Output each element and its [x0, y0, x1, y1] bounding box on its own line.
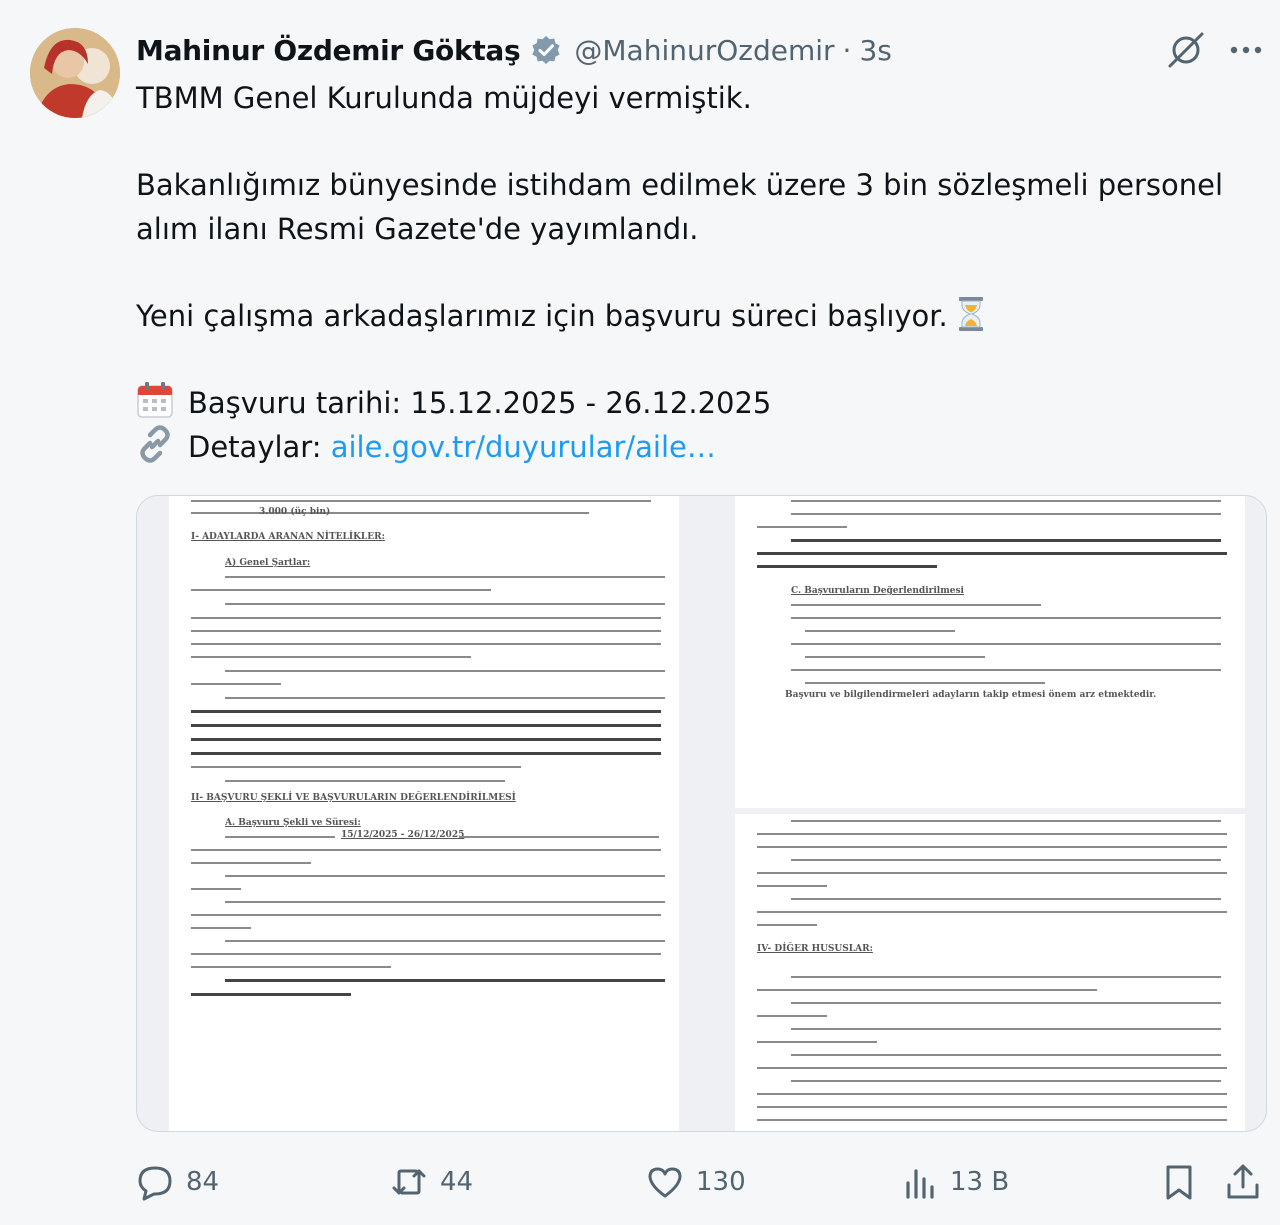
doc-section-4-title: IV- DİĞER HUSUSLAR: — [757, 944, 873, 954]
doc-section-1-title: I- ADAYLARDA ARANAN NİTELİKLER: — [191, 532, 385, 542]
doc-dates: 15/12/2025 - 26/12/2025 — [341, 830, 465, 840]
tweet-text-line-3: alım ilanı Resmi Gazete'de yayımlandı. — [136, 212, 699, 246]
bookmark-button[interactable] — [1160, 1160, 1210, 1204]
retweet-count: 44 — [440, 1167, 474, 1197]
verified-icon — [530, 34, 562, 66]
like-icon — [648, 1167, 682, 1198]
bookmark-icon — [1166, 1165, 1192, 1200]
application-date-row: Başvuru tarihi: 15.12.2025 - 26.12.2025 — [136, 381, 771, 425]
tweet: Mahinur Özdemir Göktaş @MahinurOzdemir ·… — [0, 0, 1280, 1225]
like-button[interactable]: 130 — [646, 1160, 746, 1204]
author-handle[interactable]: @MahinurOzdemir — [574, 34, 834, 67]
views-button[interactable]: 13 B — [900, 1160, 1009, 1204]
doc-subsection-a: A) Genel Şartlar: — [225, 558, 311, 568]
hourglass-icon — [956, 296, 986, 344]
details-row: Detaylar: aile.gov.tr/duyurular/aile… — [136, 425, 716, 469]
share-button[interactable] — [1224, 1160, 1274, 1204]
application-date-text: Başvuru tarihi: 15.12.2025 - 26.12.2025 — [188, 386, 772, 420]
document-page-right-top: C. Başvuruların Değerlendirilmesi Başvur… — [735, 496, 1245, 808]
action-bar: 84 44 130 13 B — [0, 1160, 1280, 1204]
tweet-text-line-4-text: Yeni çalışma arkadaşlarımız için başvuru… — [136, 299, 948, 333]
grok-icon[interactable] — [1166, 30, 1206, 70]
link-icon — [136, 425, 174, 463]
doc-subsection-c: C. Başvuruların Değerlendirilmesi — [791, 586, 964, 596]
doc-section-2-title: II- BAŞVURU ŞEKLİ VE BAŞVURULARIN DEĞERL… — [191, 793, 516, 803]
more-icon[interactable] — [1226, 30, 1266, 70]
reply-count: 84 — [186, 1167, 220, 1197]
tweet-text-line-4: Yeni çalışma arkadaşlarımız için başvuru… — [136, 294, 986, 344]
tweet-text-line-2: Bakanlığımız bünyesinde istihdam edilmek… — [136, 168, 1224, 202]
calendar-icon — [136, 381, 174, 419]
details-label: Detaylar: — [188, 430, 322, 464]
avatar[interactable] — [30, 28, 120, 118]
tweet-text-line-1: TBMM Genel Kurulunda müjdeyi vermiştik. — [136, 81, 752, 115]
views-icon — [906, 1169, 934, 1199]
share-icon — [1227, 1164, 1259, 1199]
reply-button[interactable]: 84 — [136, 1160, 219, 1204]
views-count: 13 B — [950, 1167, 1010, 1197]
reply-icon — [138, 1166, 172, 1201]
like-count: 130 — [696, 1167, 746, 1197]
document-page-left: 3.000 (üç bin) I- ADAYLARDA ARANAN NİTEL… — [169, 496, 679, 1131]
retweet-icon — [392, 1169, 426, 1195]
details-link[interactable]: aile.gov.tr/duyurular/aile… — [331, 430, 716, 464]
doc-subsection-b: A. Başvuru Şekli ve Süresi: — [225, 818, 361, 828]
doc-closing-note: Başvuru ve bilgilendirmeleri adayların t… — [785, 690, 1157, 700]
intro-bold-text: 3.000 (üç bin) — [259, 507, 331, 517]
tweet-header: Mahinur Özdemir Göktaş @MahinurOzdemir ·… — [136, 28, 892, 72]
document-page-right-bottom: IV- DİĞER HUSUSLAR: — [735, 814, 1245, 1131]
attached-document-image[interactable]: 3.000 (üç bin) I- ADAYLARDA ARANAN NİTEL… — [136, 495, 1267, 1132]
timestamp[interactable]: 3s — [859, 34, 891, 67]
separator-dot: · — [842, 33, 852, 67]
author-name[interactable]: Mahinur Özdemir Göktaş — [136, 34, 521, 67]
retweet-button[interactable]: 44 — [390, 1160, 473, 1204]
